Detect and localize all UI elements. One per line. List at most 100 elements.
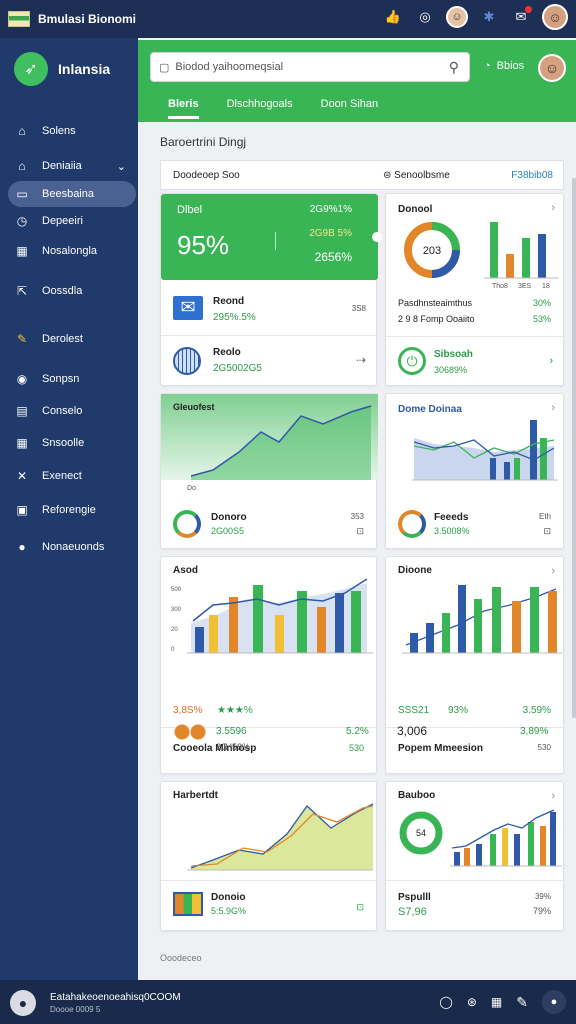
sidebar-item-derolest[interactable]: ✎ Derolest	[8, 326, 136, 352]
bar	[522, 238, 530, 278]
record-icon[interactable]: ◯	[439, 995, 452, 1009]
footnote: Ooodeceo	[160, 953, 202, 963]
green-title: Sibsoah	[434, 349, 473, 360]
mini-bar-chart-1: Tho8 3ES 18	[484, 222, 558, 290]
account-info[interactable]: Eatahakeoenoeahisq0COOM Doooe 0009 5	[50, 992, 181, 1014]
avatar[interactable]: ☺	[446, 6, 468, 28]
bar	[502, 828, 508, 866]
sidebar-item-beesbaina[interactable]: ▭ Beesbaina	[8, 181, 136, 207]
microphone-icon[interactable]: ●	[542, 990, 566, 1014]
bar-chart-card: Dioone › SSS21 93% 3.59% Popem Mmeesion …	[385, 556, 565, 774]
notification-icon[interactable]: ✉	[510, 6, 532, 28]
bar	[442, 613, 450, 653]
hero-label: Dlbel	[177, 204, 203, 216]
sidebar-item-sonpsn[interactable]: ◉ Sonpsn	[8, 366, 136, 392]
search-icon[interactable]: ⚲	[449, 59, 459, 76]
donut2-center: 54	[416, 828, 426, 838]
grid-icon[interactable]: ▦	[491, 995, 502, 1009]
tab-bar: Bleris Dlschhogoals Doon Sihan	[168, 98, 378, 119]
header-avatar[interactable]: ☺	[538, 54, 566, 82]
status-indicator[interactable]: ◔ Bbios	[484, 60, 524, 72]
sidebar-item-exenect[interactable]: ✕ Exenect	[8, 463, 136, 489]
chevron-right-icon[interactable]: ›	[551, 202, 555, 214]
y-tick: 500	[171, 587, 182, 593]
brand[interactable]: ➶ Inlansia	[0, 38, 138, 100]
profile-icon[interactable]: ●	[10, 990, 36, 1016]
chevron-right-icon[interactable]: ›	[551, 402, 555, 414]
coin-icon	[174, 724, 206, 740]
sidebar-item-conselo[interactable]: ▤ Conselo	[8, 398, 136, 424]
chevron-right-icon[interactable]: ›	[551, 790, 555, 802]
hero-panel[interactable]: Dlbel 95% 2G9%1% 2G9B 5% 2656%	[161, 194, 382, 280]
clock-icon: ◷	[16, 214, 28, 228]
chevron-right-icon[interactable]: ›	[549, 355, 553, 367]
globe-row[interactable]: Reolo 2G5002G5 ⇢	[161, 339, 378, 385]
y-tick: 20	[171, 627, 178, 633]
sidebar-item-nosalongla[interactable]: ▦ Nosalongla	[8, 238, 136, 264]
filter-mid[interactable]: ⊜ Senoolbsme	[383, 170, 450, 181]
power-icon: ⏻	[398, 347, 426, 375]
filter-left[interactable]: Doodeoep Soo	[173, 170, 240, 181]
search-input[interactable]: ▢ Biodod yaihoomeqsial ⚲	[150, 52, 470, 82]
thumbs-up-icon[interactable]: 👍	[382, 6, 404, 28]
sidebar-item-depeeiri[interactable]: ◷ Depeeiri	[8, 208, 136, 234]
bar	[504, 462, 510, 480]
sidebar: ➶ Inlansia ⌂ Solens ⌂ Deniaiia ⌄ ▭ Beesbaina…	[0, 38, 138, 980]
main-content: ▢ Biodod yaihoomeqsial ⚲ ◔ Bbios ☺ Bleris…	[138, 38, 576, 980]
settings-icon[interactable]: ◎	[414, 6, 436, 28]
network-icon[interactable]: ✱	[478, 6, 500, 28]
arrow-icon[interactable]: ⇢	[356, 353, 366, 367]
bar-line-chart-2	[402, 585, 562, 654]
green-row[interactable]: ⏻ Sibsoah 30689% ›	[386, 336, 565, 386]
sidebar-item-solens[interactable]: ⌂ Solens	[8, 118, 136, 144]
export-icon[interactable]: ⊡	[356, 526, 364, 537]
grid-icon: ▦	[16, 244, 28, 258]
sidebar-item-nonaeuonds[interactable]: ● Nonaeuonds	[8, 534, 136, 560]
bar	[464, 848, 470, 866]
summary-card: Dlbel 95% 2G9%1% 2G9B 5% 2656% ✉ Reond 2…	[160, 193, 382, 386]
bar	[351, 591, 361, 653]
hero-metric-3: 2656%	[314, 250, 352, 264]
area-code: 353	[350, 512, 364, 521]
bar	[490, 222, 498, 278]
donut-mini-icon	[398, 510, 426, 538]
bars1-value: 3,8S%	[173, 705, 203, 716]
sidebar-item-deniaiia[interactable]: ⌂ Deniaiia ⌄	[8, 153, 136, 179]
tick-label: Tho8	[492, 283, 508, 290]
bar	[476, 844, 482, 866]
mini2-value: S7,96	[398, 906, 427, 918]
export-icon[interactable]: ⊡	[356, 902, 364, 913]
area-fill-yellow	[191, 804, 373, 870]
area-title: Gleuofest	[173, 402, 215, 412]
bar	[410, 633, 418, 653]
tick-label: 18	[542, 283, 550, 290]
donut-bar-card: Bauboo › 54 Pspulll S7,96 39% 79%	[385, 781, 565, 931]
mail-row[interactable]: ✉ Reond 295%.5% 3S8	[161, 286, 378, 336]
chevron-down-icon: ⌄	[116, 160, 126, 173]
export-icon[interactable]: ⊡	[543, 526, 551, 537]
profile-icon: ●	[18, 540, 26, 554]
camera-icon[interactable]: ⊛	[467, 995, 477, 1009]
pencil-icon: ✎	[16, 332, 28, 346]
bars2-value: SSS21	[398, 705, 430, 716]
scrollbar[interactable]	[572, 178, 576, 718]
bar	[530, 420, 537, 480]
tab-bleris[interactable]: Bleris	[168, 98, 199, 119]
share-icon[interactable]: ✎	[516, 994, 528, 1011]
sidebar-item-reforengie[interactable]: ▣ Reforengie	[8, 497, 136, 523]
mail-icon: ✉	[173, 296, 203, 320]
filter-right[interactable]: F38bib08	[511, 170, 553, 181]
status-icon: ◔	[484, 60, 491, 72]
hero-value: 95%	[177, 230, 230, 260]
tab-doon-sihan[interactable]: Doon Sihan	[321, 98, 379, 119]
mini1-value: 5:5.9G%	[211, 906, 247, 916]
hero-handle[interactable]	[372, 232, 382, 242]
home-icon: ⌂	[18, 124, 26, 138]
sidebar-item-oossdla[interactable]: ⇱ Oossdla	[8, 278, 136, 304]
donut2-title: Bauboo	[398, 790, 436, 801]
tab-dlschhogoals[interactable]: Dlschhogoals	[227, 98, 293, 119]
mail-value: 295%.5%	[213, 312, 256, 323]
sidebar-item-snsoolle[interactable]: ▦ Snsoolle	[8, 430, 136, 456]
user-avatar[interactable]: ☺	[542, 4, 568, 30]
tools-icon: ✕	[16, 469, 28, 483]
